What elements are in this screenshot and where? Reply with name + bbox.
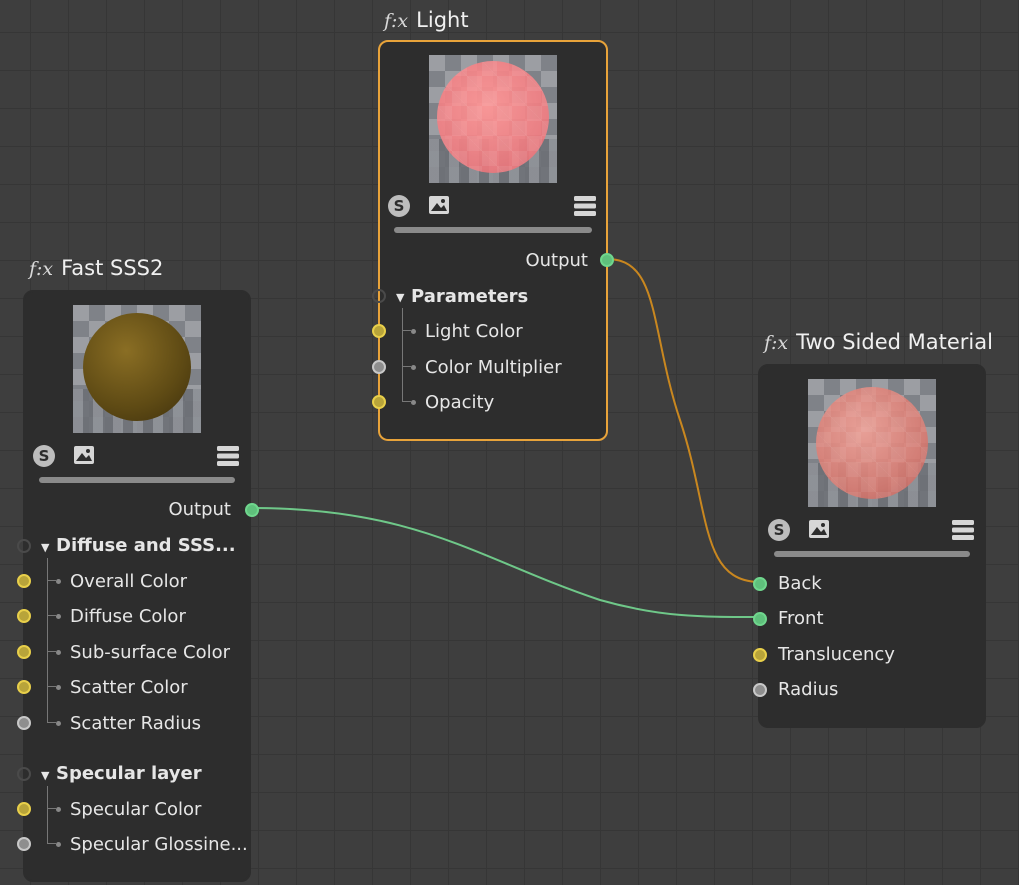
- s-icon[interactable]: S: [768, 519, 790, 541]
- light-color-port[interactable]: [372, 324, 386, 338]
- specular-group-port[interactable]: [17, 767, 31, 781]
- light-material-preview: [429, 55, 557, 183]
- scatter-color-port[interactable]: [17, 680, 31, 694]
- preview-progress-bar: [39, 477, 235, 483]
- menu-icon[interactable]: [952, 520, 974, 540]
- menu-icon[interactable]: [217, 446, 239, 466]
- diffuse-color-port[interactable]: [17, 609, 31, 623]
- two-sided-node-name: Two Sided Material: [796, 330, 993, 354]
- two-sided-material-preview: [808, 379, 936, 507]
- color-multiplier-label: Color Multiplier: [425, 357, 562, 378]
- back-port[interactable]: [753, 577, 767, 591]
- radius-label: Radius: [778, 679, 839, 700]
- two-sided-node-title[interactable]: f:x Two Sided Material: [764, 330, 993, 354]
- overall-color-label: Overall Color: [70, 571, 188, 592]
- specular-group-label[interactable]: Specular layer: [56, 763, 202, 784]
- light-node[interactable]: S Output ▼ Parameters Light Color Color …: [372, 40, 614, 441]
- light-node-name: Light: [416, 8, 469, 32]
- menu-icon[interactable]: [574, 196, 596, 216]
- back-label: Back: [778, 573, 822, 594]
- scatter-radius-port[interactable]: [17, 716, 31, 730]
- s-icon[interactable]: S: [388, 195, 410, 217]
- fx-icon: f:x: [29, 258, 54, 280]
- front-label: Front: [778, 608, 824, 629]
- fx-icon: f:x: [384, 10, 409, 32]
- parameters-group-label[interactable]: Parameters: [411, 286, 528, 307]
- opacity-port[interactable]: [372, 395, 386, 409]
- image-icon[interactable]: [428, 195, 450, 215]
- light-output-label: Output: [525, 250, 588, 271]
- image-icon[interactable]: [73, 445, 95, 465]
- subsurface-color-label: Sub-surface Color: [70, 642, 230, 663]
- fast-sss2-output-label: Output: [168, 499, 231, 520]
- radius-port[interactable]: [753, 683, 767, 697]
- fast-sss2-output-port[interactable]: [245, 503, 259, 517]
- scatter-radius-label: Scatter Radius: [70, 713, 202, 734]
- specular-glossiness-label: Specular Glossine...: [70, 834, 248, 855]
- wire-light-to-back[interactable]: [606, 258, 759, 583]
- caret-down-icon[interactable]: ▼: [41, 541, 49, 554]
- subsurface-color-port[interactable]: [17, 645, 31, 659]
- fx-icon: f:x: [764, 332, 789, 354]
- color-multiplier-port[interactable]: [372, 360, 386, 374]
- light-color-label: Light Color: [425, 321, 523, 342]
- specular-glossiness-port[interactable]: [17, 837, 31, 851]
- diffuse-color-label: Diffuse Color: [70, 606, 186, 627]
- scatter-color-label: Scatter Color: [70, 677, 188, 698]
- fast-sss2-node[interactable]: S Output ▼ Diffuse and SSS... Overall Co…: [17, 290, 259, 882]
- wire-sss2-to-front[interactable]: [250, 507, 759, 618]
- image-icon[interactable]: [808, 519, 830, 539]
- diffuse-group-label[interactable]: Diffuse and SSS...: [56, 535, 236, 556]
- caret-down-icon[interactable]: ▼: [41, 769, 49, 782]
- preview-progress-bar: [394, 227, 592, 233]
- translucency-label: Translucency: [778, 644, 895, 665]
- caret-down-icon[interactable]: ▼: [396, 291, 404, 304]
- fast-sss2-node-name: Fast SSS2: [61, 256, 164, 280]
- fast-sss2-node-title[interactable]: f:x Fast SSS2: [29, 256, 163, 280]
- front-port[interactable]: [753, 612, 767, 626]
- overall-color-port[interactable]: [17, 574, 31, 588]
- specular-color-label: Specular Color: [70, 799, 202, 820]
- preview-progress-bar: [774, 551, 970, 557]
- light-node-title[interactable]: f:x Light: [384, 8, 469, 32]
- opacity-label: Opacity: [425, 392, 495, 413]
- diffuse-group-port[interactable]: [17, 539, 31, 553]
- specular-color-port[interactable]: [17, 802, 31, 816]
- light-output-port[interactable]: [600, 253, 614, 267]
- parameters-group-port[interactable]: [372, 289, 386, 303]
- fast-sss2-material-preview: [73, 305, 201, 433]
- two-sided-material-node[interactable]: S Back Front Translucency Radius: [753, 364, 986, 728]
- translucency-port[interactable]: [753, 648, 767, 662]
- s-icon[interactable]: S: [33, 445, 55, 467]
